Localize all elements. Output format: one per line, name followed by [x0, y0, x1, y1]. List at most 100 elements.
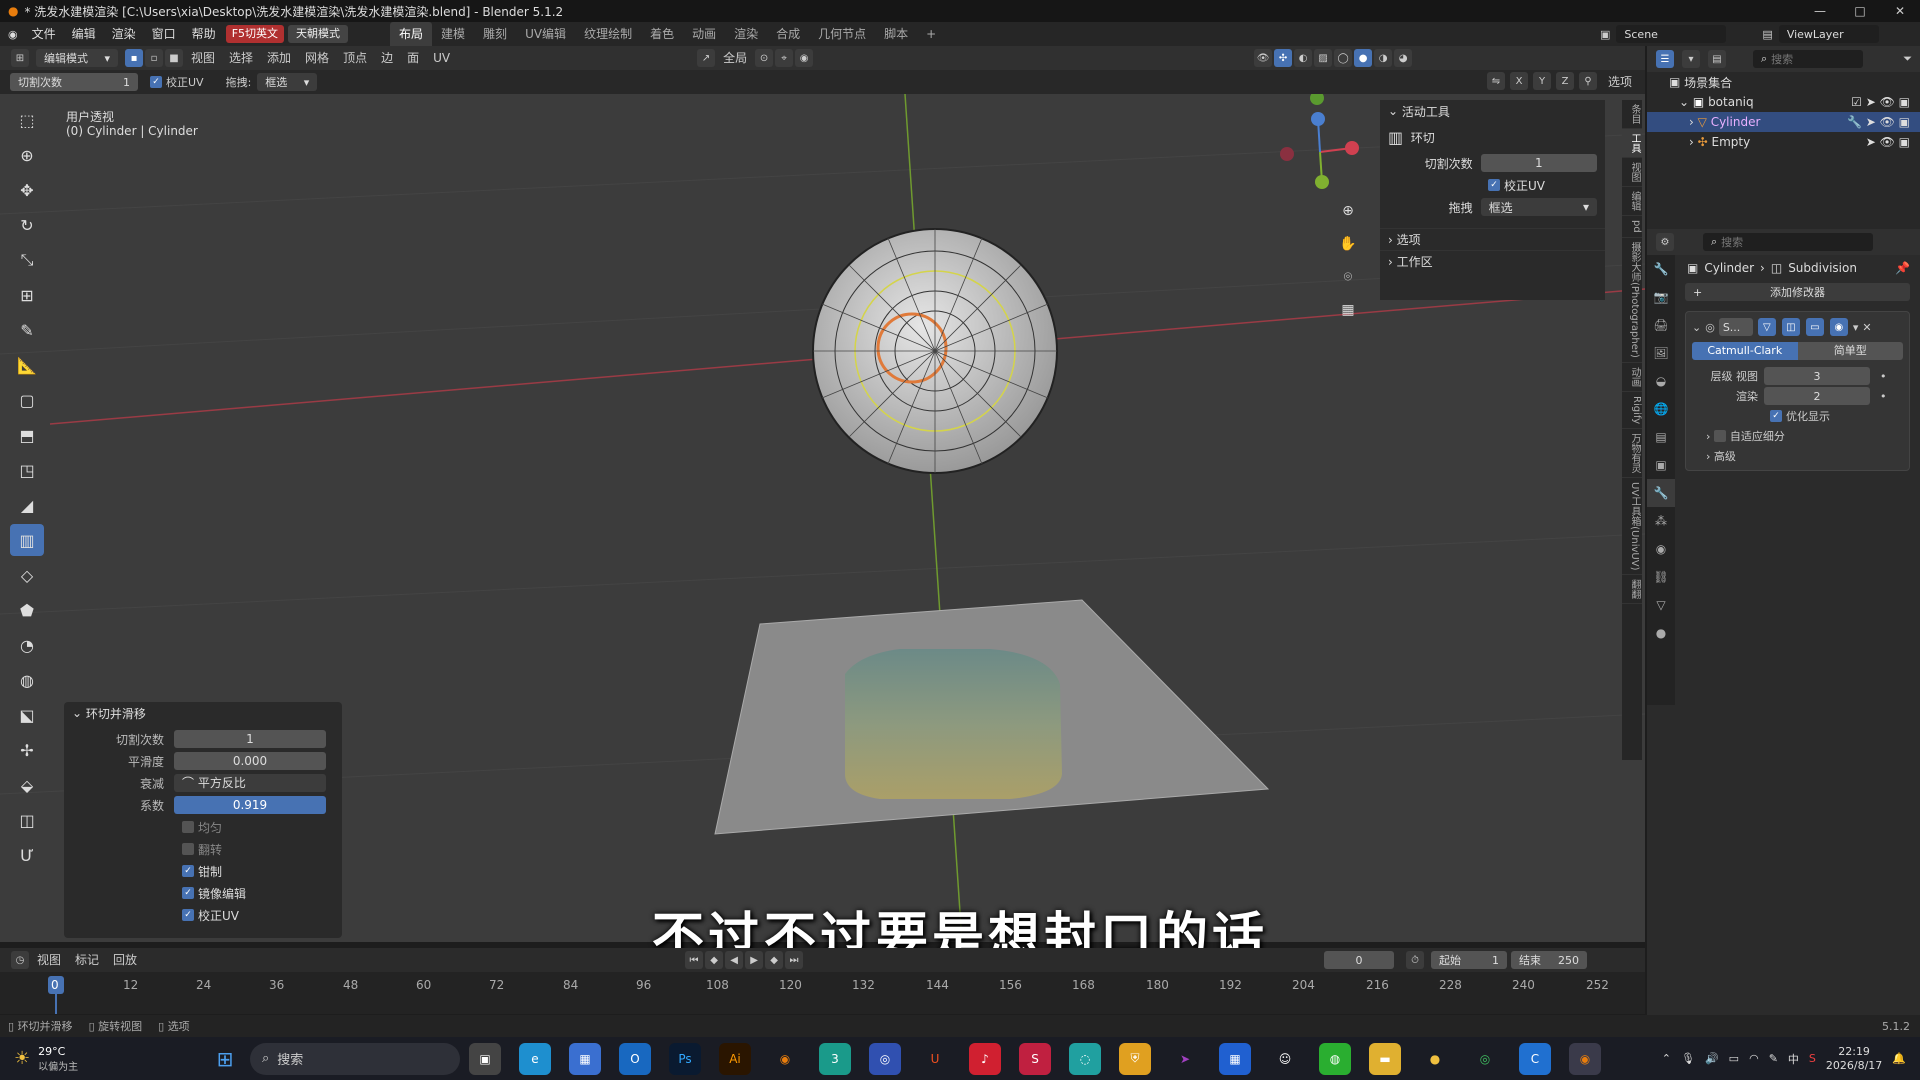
edge-browser-icon[interactable]: e — [519, 1042, 551, 1075]
taskbar-search[interactable]: ⌕ 搜索 — [250, 1042, 460, 1075]
menu-file[interactable]: 文件 — [24, 22, 64, 46]
vertex-select-icon[interactable]: ▪ — [125, 49, 143, 67]
app-grid-icon[interactable]: ▦ — [1219, 1042, 1251, 1075]
shear-icon[interactable]: ⬙ — [10, 769, 44, 801]
menu-edit[interactable]: 编辑 — [64, 22, 104, 46]
render-tab-icon[interactable]: 📷 — [1647, 283, 1675, 311]
keyframe-dot-icon[interactable]: • — [1880, 390, 1887, 403]
menu-uv[interactable]: UV — [426, 48, 457, 68]
move-icon[interactable]: ✥ — [10, 174, 44, 206]
xray-icon[interactable]: ▨ — [1314, 49, 1333, 67]
edit-mode-toggle-icon[interactable]: ▽ — [1757, 318, 1776, 336]
tab-scripting[interactable]: 脚本 — [875, 22, 917, 46]
tray-chevron-icon[interactable]: ⌃ — [1662, 1052, 1671, 1065]
chevron-down-icon[interactable]: ⌄ — [72, 706, 82, 720]
add-cube-icon[interactable]: ▢ — [10, 384, 44, 416]
blender-menu-icon[interactable]: ◉ — [8, 28, 18, 41]
np-workspace-section[interactable]: 工作区 — [1397, 253, 1433, 270]
outlook-icon[interactable]: O — [619, 1042, 651, 1075]
illustrator-icon[interactable]: Ai — [719, 1042, 751, 1075]
catmull-clark-toggle[interactable]: Catmull-Clark — [1692, 342, 1798, 360]
f5-english-button[interactable]: F5切英文 — [225, 25, 285, 43]
chevron-down-icon[interactable]: ⌄ — [1679, 95, 1689, 109]
close-button[interactable]: ✕ — [1880, 0, 1920, 22]
clock-time[interactable]: 22:19 — [1826, 1045, 1882, 1059]
navigation-gizmo[interactable] — [1280, 94, 1359, 189]
modifier-name-field[interactable]: S... — [1718, 318, 1753, 336]
outliner-item-cylinder[interactable]: › ▽ Cylinder 🔧 ➤ 👁 ▣ — [1647, 112, 1920, 132]
keyframe-dot-icon[interactable]: • — [1880, 370, 1887, 383]
properties-editor-icon[interactable]: ⚙ — [1656, 233, 1674, 251]
op-flip-checkbox[interactable] — [182, 843, 194, 855]
mirror-x-button[interactable]: X — [1510, 72, 1528, 90]
visibility-eye-icon[interactable]: ☑ ➤ 👁 ▣ — [1851, 95, 1910, 109]
optimal-display-checkbox[interactable]: ✓ — [1770, 410, 1782, 422]
zoom-icon[interactable]: ⊕ — [1336, 200, 1360, 222]
object-tab-icon[interactable]: ▣ — [1647, 451, 1675, 479]
edge-slide-icon[interactable]: ⬕ — [10, 699, 44, 731]
sidebar-tab-pd[interactable]: pd — [1622, 216, 1642, 238]
chevron-right-icon[interactable]: › — [1689, 115, 1694, 129]
select-box-icon[interactable]: ⬚ — [10, 104, 44, 136]
menu-render[interactable]: 渲染 — [104, 22, 144, 46]
tab-uv-editing[interactable]: UV编辑 — [516, 22, 575, 46]
adaptive-subdivision-section[interactable]: 自适应细分 — [1730, 428, 1785, 444]
outliner-editor-icon[interactable]: ☰ — [1656, 50, 1674, 68]
scale-icon[interactable]: ⤡ — [10, 244, 44, 276]
maximize-button[interactable]: □ — [1840, 0, 1880, 22]
collection-tab-icon[interactable]: ▤ — [1647, 423, 1675, 451]
transform-orientation[interactable]: 全局 — [716, 48, 754, 68]
app-arrow-icon[interactable]: ➤ — [1169, 1043, 1201, 1075]
add-workspace-button[interactable]: + — [917, 22, 945, 46]
particles-tab-icon[interactable]: ⁂ — [1647, 507, 1675, 535]
simple-toggle[interactable]: 简单型 — [1797, 342, 1903, 360]
transform-icon[interactable]: ⊞ — [10, 279, 44, 311]
bevel-icon[interactable]: ◢ — [10, 489, 44, 521]
tab-texture-paint[interactable]: 纹理绘制 — [575, 22, 641, 46]
timeline-editor-icon[interactable]: ◷ — [11, 951, 29, 969]
loop-cut-icon[interactable]: ▥ — [10, 524, 44, 556]
network-icon[interactable]: ◠ — [1749, 1052, 1759, 1065]
current-frame-field[interactable]: 0 — [1324, 951, 1395, 969]
face-select-icon[interactable]: ■ — [165, 49, 183, 67]
sidebar-tab-rigify[interactable]: Rigify — [1622, 392, 1642, 429]
menu-view[interactable]: 视图 — [184, 48, 222, 68]
constraints-tab-icon[interactable]: ⛓ — [1647, 563, 1675, 591]
chevron-right-icon[interactable]: › — [1706, 450, 1710, 463]
op-clamp-checkbox[interactable]: ✓ — [182, 865, 194, 877]
pivot-icon[interactable]: ⊙ — [755, 49, 774, 67]
render-toggle-icon[interactable]: ◉ — [1829, 318, 1848, 336]
gizmo-icon[interactable]: ✣ — [1274, 49, 1293, 67]
mirror-y-button[interactable]: Y — [1533, 72, 1551, 90]
tab-layout[interactable]: 布局 — [390, 22, 433, 46]
play-reverse-icon[interactable]: ◀ — [725, 951, 744, 969]
menu-select[interactable]: 选择 — [222, 48, 260, 68]
output-tab-icon[interactable]: 🖨 — [1647, 311, 1675, 339]
material-tab-icon[interactable]: ● — [1647, 619, 1675, 647]
np-cuts-field[interactable]: 1 — [1480, 154, 1597, 172]
outliner-search[interactable]: ⌕ 搜索 — [1753, 50, 1863, 68]
file-explorer-icon[interactable]: ▬ — [1369, 1042, 1401, 1075]
outliner-item-botaniq[interactable]: ⌄ ▣ botaniq ☑ ➤ 👁 ▣ — [1647, 92, 1920, 112]
chevron-down-icon[interactable]: ▾ — [1853, 321, 1859, 334]
tab-rendering[interactable]: 渲染 — [725, 22, 767, 46]
menu-add[interactable]: 添加 — [260, 48, 298, 68]
add-modifier-button[interactable]: + 添加修改器 — [1685, 283, 1910, 301]
poly-build-icon[interactable]: ⬟ — [10, 594, 44, 626]
visibility-eye-icon[interactable]: ➤ 👁 ▣ — [1866, 135, 1910, 149]
np-drag-selector[interactable]: 框选 ▾ — [1480, 198, 1597, 216]
outliner-scene-collection[interactable]: ▣ 场景集合 — [1647, 72, 1920, 92]
wireframe-shading-icon[interactable]: ◯ — [1334, 49, 1353, 67]
options-dropdown[interactable]: 选项 — [1601, 72, 1639, 92]
sidebar-tab-photographer[interactable]: 摄影大师(Photographer) — [1622, 238, 1642, 363]
play-icon[interactable]: ▶ — [745, 951, 764, 969]
timeline-menu-playback[interactable]: 回放 — [106, 950, 144, 970]
tab-animation[interactable]: 动画 — [683, 22, 725, 46]
menu-help[interactable]: 帮助 — [184, 22, 224, 46]
firefox-icon[interactable]: ◎ — [869, 1042, 901, 1075]
app-ring-icon[interactable]: ◎ — [1469, 1043, 1501, 1075]
measure-icon[interactable]: 📐 — [10, 349, 44, 381]
outliner-display-icon[interactable]: ▾ — [1682, 50, 1700, 68]
menu-edge[interactable]: 边 — [374, 48, 400, 68]
speaker-icon[interactable]: 🔊 — [1705, 1052, 1719, 1065]
